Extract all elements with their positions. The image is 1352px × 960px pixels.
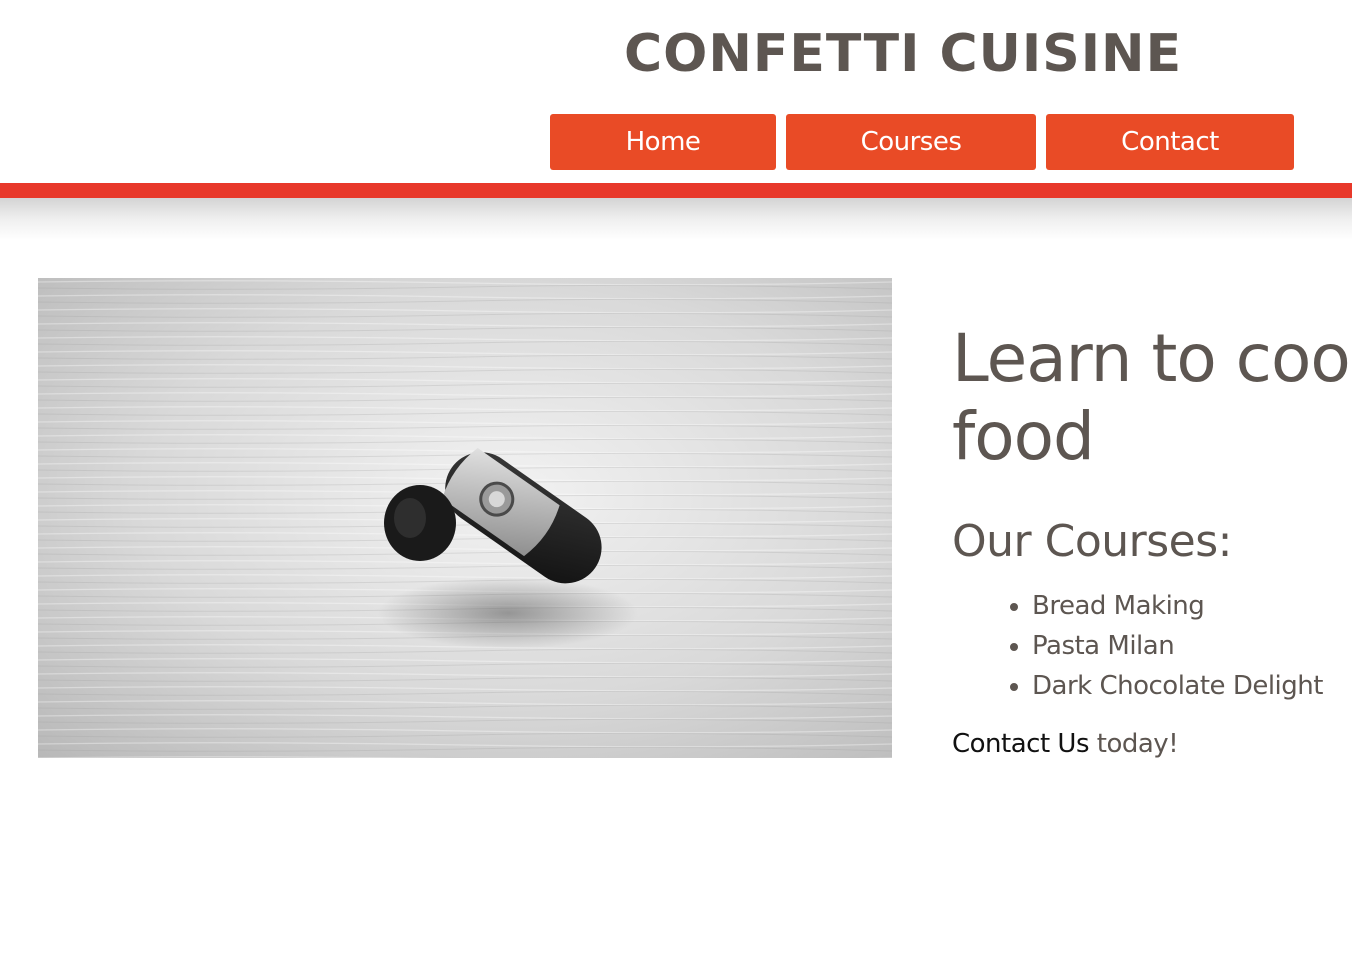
- course-list: Bread Making Pasta Milan Dark Chocolate …: [952, 586, 1352, 706]
- headset-photo: [38, 278, 892, 758]
- site-title: CONFETTI CUISINE: [624, 24, 1183, 84]
- header-accent-bar: [0, 183, 1352, 198]
- headline-line-1: Learn to coo: [952, 320, 1351, 397]
- site-header: CONFETTI CUISINE Home Courses Contact: [0, 0, 1352, 198]
- contact-us-link[interactable]: Contact Us: [952, 729, 1090, 759]
- course-item: Dark Chocolate Delight: [1032, 666, 1352, 706]
- course-item: Bread Making: [1032, 586, 1352, 626]
- headline: Learn to coo food: [952, 320, 1352, 476]
- intro-content: Learn to coo food Our Courses: Bread Mak…: [952, 320, 1352, 764]
- nav-contact-button[interactable]: Contact: [1046, 114, 1294, 170]
- contact-cta: Contact Us today!: [952, 724, 1352, 764]
- contact-cta-suffix: today!: [1089, 729, 1179, 759]
- headline-line-2: food: [952, 398, 1095, 475]
- course-item: Pasta Milan: [1032, 626, 1352, 666]
- nav-home-button[interactable]: Home: [550, 114, 776, 170]
- courses-heading: Our Courses:: [952, 516, 1232, 567]
- nav-courses-button[interactable]: Courses: [786, 114, 1036, 170]
- hero-image: [38, 278, 892, 758]
- header-shadow: [0, 198, 1352, 240]
